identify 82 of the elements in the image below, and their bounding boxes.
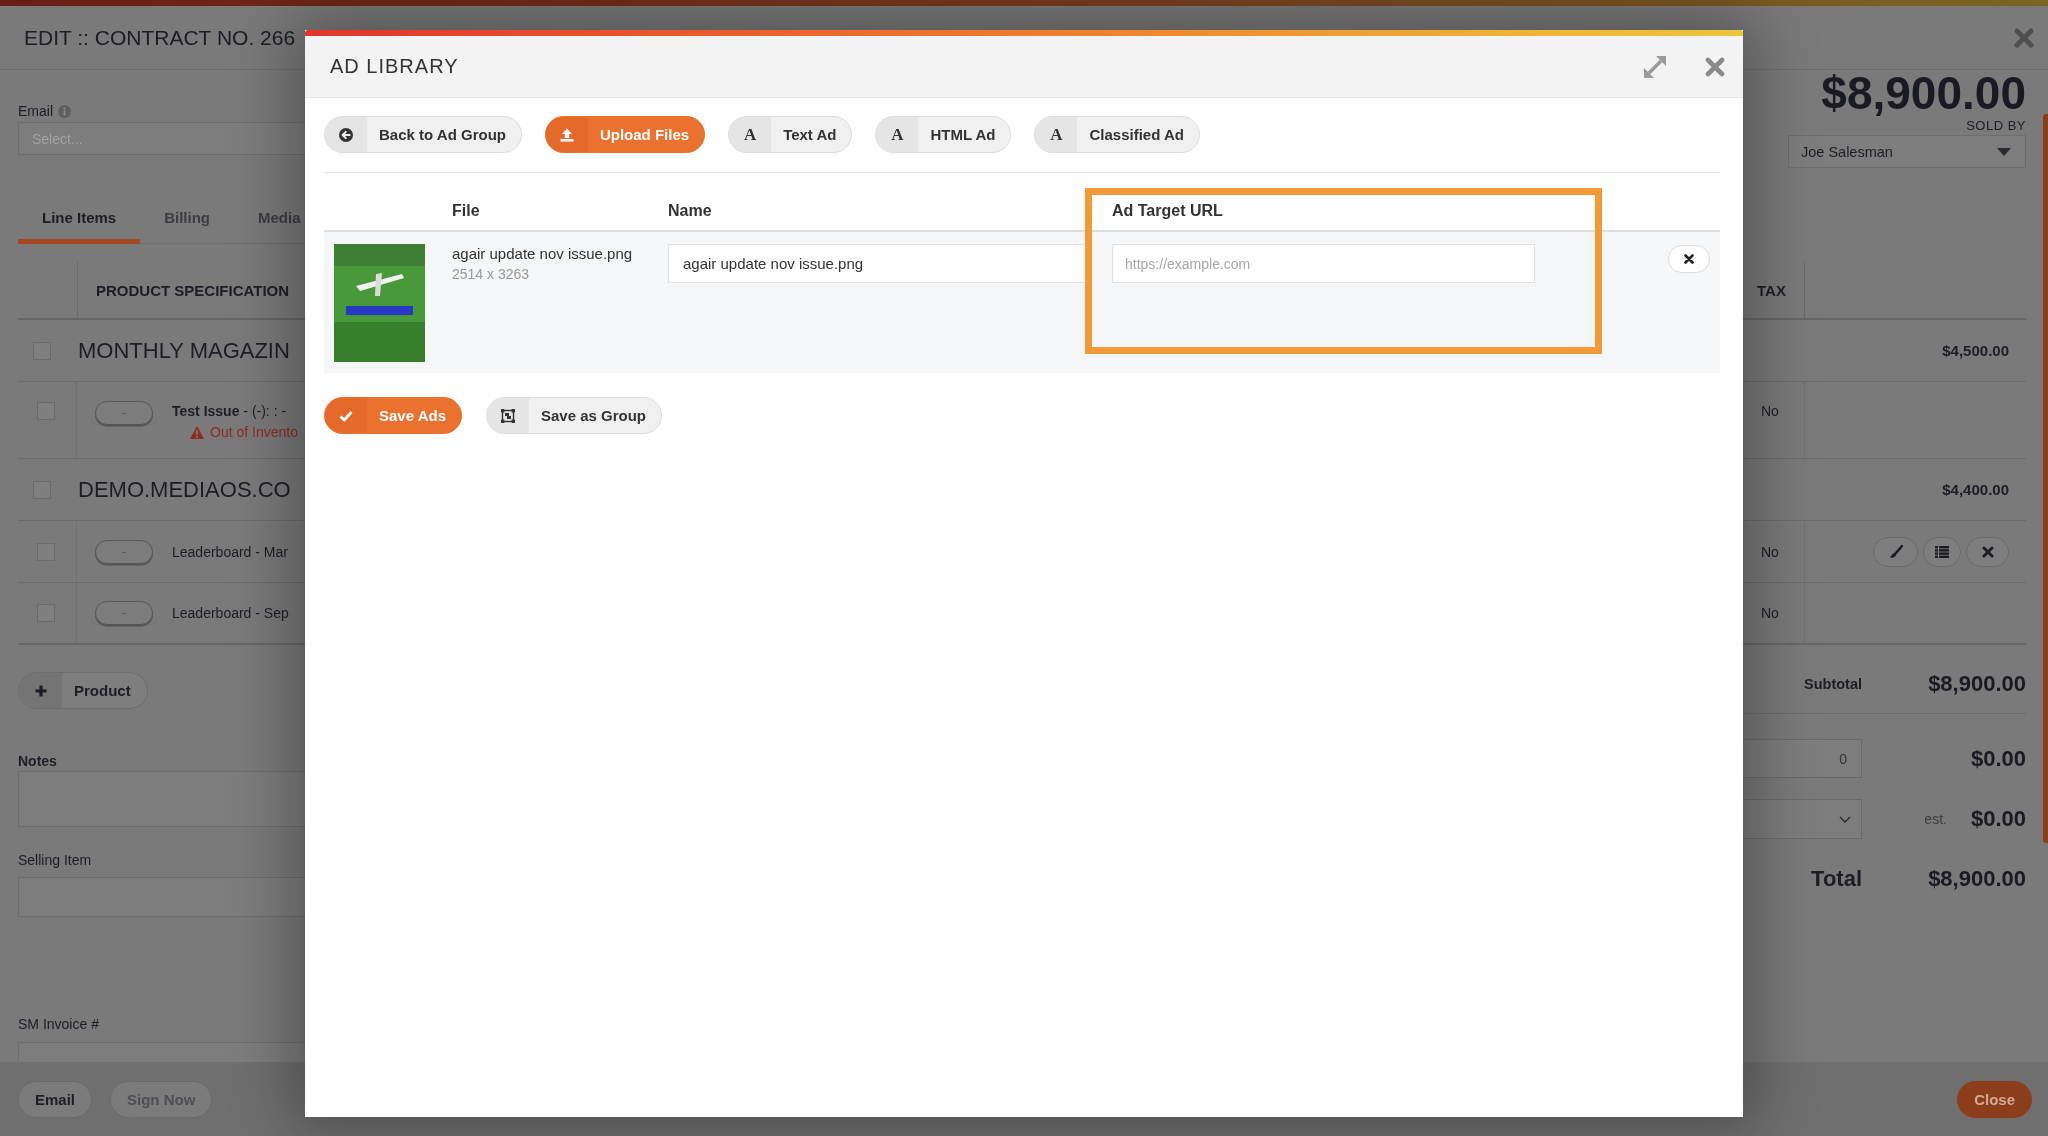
total-label: Total bbox=[1811, 866, 1862, 892]
close-icon bbox=[1684, 254, 1694, 264]
list-button[interactable] bbox=[1923, 536, 1961, 567]
line-item-title: Leaderboard - Mar bbox=[172, 542, 288, 562]
check-icon bbox=[325, 398, 367, 433]
column-header: PRODUCT SPECIFICATION bbox=[95, 281, 290, 299]
toggle-button[interactable]: - bbox=[95, 539, 153, 564]
caret-icon bbox=[1997, 147, 2011, 156]
selling-item-field[interactable] bbox=[18, 877, 305, 917]
toolbar-button[interactable]: A Text Ad bbox=[728, 116, 853, 153]
group-amount: $4,500.00 bbox=[1942, 342, 2009, 359]
upload-icon bbox=[545, 117, 588, 152]
line-item-title: Test Issue - (-): : - bbox=[172, 402, 288, 421]
dialog-title: AD LIBRARY bbox=[330, 55, 459, 78]
discount-field[interactable]: 0 bbox=[1743, 739, 1862, 778]
close-icon bbox=[2014, 27, 2034, 48]
tax-value: No bbox=[1761, 604, 1779, 623]
tax-value: No bbox=[1761, 402, 1779, 421]
contract-total: $8,900.00 bbox=[1821, 70, 2026, 117]
url-input[interactable]: https://example.com bbox=[1112, 244, 1535, 283]
toggle-button[interactable]: - bbox=[95, 401, 153, 425]
sm-invoice-label: SM Invoice # bbox=[18, 1016, 100, 1032]
group-icon bbox=[487, 398, 529, 433]
expand-button[interactable] bbox=[1643, 54, 1667, 79]
font-icon: A bbox=[876, 117, 919, 152]
footer-button[interactable]: Email bbox=[18, 1080, 93, 1118]
close-icon bbox=[1705, 56, 1725, 77]
tab[interactable]: Media bbox=[234, 190, 305, 244]
notes-label: Notes bbox=[18, 753, 58, 769]
name-input[interactable]: agair update nov issue.png bbox=[668, 244, 1086, 283]
page-title: EDIT :: CONTRACT NO. 266 bbox=[24, 25, 296, 50]
save-button[interactable]: Save Ads bbox=[324, 397, 462, 434]
chevron-icon bbox=[1839, 815, 1851, 823]
group-title: MONTHLY MAGAZIN bbox=[78, 337, 290, 364]
toggle-button[interactable]: - bbox=[95, 601, 153, 625]
sold-by-label: SOLD BY bbox=[1966, 119, 2026, 132]
column-header: TAX bbox=[1757, 281, 1786, 299]
tax-value: No bbox=[1761, 542, 1779, 562]
toolbar-button[interactable]: Upload Files bbox=[544, 116, 706, 153]
discount-amount: $0.00 bbox=[1970, 745, 2026, 772]
file-name: agair update nov issue.png bbox=[452, 244, 634, 264]
total-amount: $8,900.00 bbox=[1928, 866, 2026, 892]
font-icon: A bbox=[729, 117, 772, 152]
close-button[interactable]: Close bbox=[1957, 1080, 2032, 1118]
add-product-button[interactable]: Product bbox=[18, 672, 148, 709]
sold-by-select[interactable]: Joe Salesman bbox=[1788, 135, 2026, 168]
column-header: File bbox=[451, 202, 481, 220]
estimate-note: est. bbox=[1924, 811, 1947, 827]
column-header: Ad Target URL bbox=[1111, 202, 1224, 220]
tab[interactable]: Line Items bbox=[18, 190, 141, 244]
inventory-warning: Out of Invento bbox=[210, 424, 298, 440]
toolbar-button[interactable]: A HTML Ad bbox=[875, 116, 1012, 153]
tab[interactable]: Billing bbox=[140, 190, 234, 244]
image-dimensions: 2514 x 3263 bbox=[452, 265, 531, 284]
subtotal-amount: $8,900.00 bbox=[1928, 671, 2026, 697]
field-label: Email bbox=[18, 103, 53, 119]
close-button[interactable] bbox=[1705, 56, 1725, 77]
subtotal-label: Subtotal bbox=[1804, 676, 1862, 692]
tax-amount: $0.00 bbox=[1970, 806, 2026, 832]
close-button[interactable] bbox=[2014, 27, 2034, 48]
info-icon bbox=[58, 104, 71, 118]
expand-icon bbox=[1643, 54, 1667, 79]
tax-select[interactable] bbox=[1743, 799, 1862, 839]
font-icon: A bbox=[1035, 117, 1078, 152]
edit-button[interactable] bbox=[1873, 536, 1918, 567]
delete-button[interactable] bbox=[1966, 536, 2009, 567]
group-title: DEMO.MEDIAOS.CO bbox=[78, 476, 291, 503]
line-item-title: Leaderboard - Sep bbox=[172, 604, 289, 623]
back-icon bbox=[325, 117, 367, 152]
scrollbar-thumb[interactable] bbox=[2043, 114, 2048, 843]
list-icon bbox=[1935, 544, 1949, 559]
plus-icon bbox=[19, 673, 62, 708]
selling-item-label: Selling Item bbox=[18, 852, 93, 868]
toolbar-button[interactable]: Back to Ad Group bbox=[324, 116, 522, 153]
warning-icon bbox=[190, 425, 204, 439]
toolbar-button[interactable]: A Classified Ad bbox=[1034, 116, 1200, 153]
close-icon bbox=[1981, 545, 1994, 558]
save-button[interactable]: Save as Group bbox=[486, 397, 663, 434]
notes-field[interactable] bbox=[18, 771, 305, 827]
brush-icon bbox=[1888, 544, 1903, 559]
group-amount: $4,400.00 bbox=[1942, 481, 2009, 498]
column-header: Name bbox=[667, 202, 713, 220]
